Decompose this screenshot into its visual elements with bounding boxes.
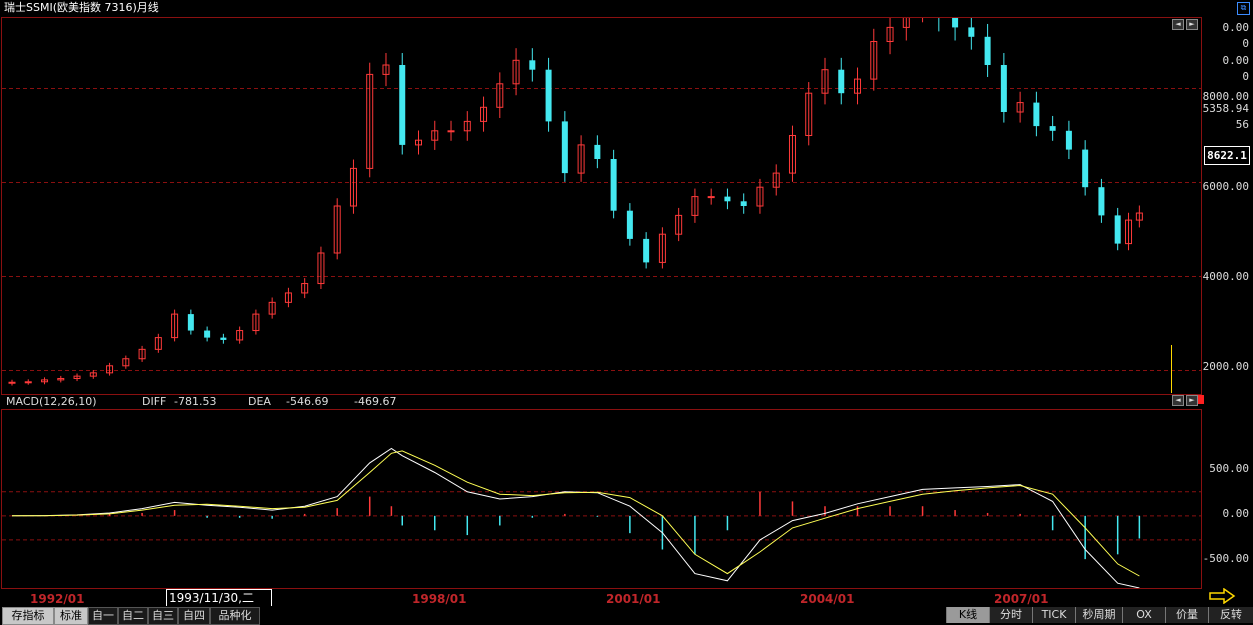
candle-down [1033, 102, 1040, 127]
tab-custom-1[interactable]: 自一 [88, 607, 118, 625]
tab-custom-2[interactable]: 自二 [118, 607, 148, 625]
candle-down [952, 18, 959, 28]
current-price-box: 8622.1 [1204, 146, 1250, 165]
dea-label: DEA [248, 395, 271, 408]
candle-up [24, 381, 32, 384]
tab-price-volume[interactable]: 价量 [1165, 607, 1208, 623]
scroll-right-icon[interactable]: ► [1186, 19, 1198, 30]
candle-down [1082, 149, 1089, 188]
candle-down [643, 238, 650, 263]
right-label-6: 56 [1235, 118, 1249, 131]
candle-down [1114, 215, 1121, 244]
right-label-5: 5358.94 [1202, 102, 1249, 115]
candlestick-chart [2, 18, 1201, 386]
macd-name: MACD(12,26,10) [6, 395, 97, 408]
macd-scroll-right-icon[interactable]: ► [1186, 395, 1198, 406]
y-tick-8000: 8000.00 [1202, 90, 1249, 103]
candle-down [204, 330, 211, 338]
candle-down [594, 144, 601, 159]
y-tick-2000: 2000.00 [1202, 360, 1249, 373]
candle-down [724, 196, 731, 202]
candle-down [545, 69, 552, 122]
tab-tick[interactable]: TICK [1032, 607, 1075, 623]
candle-up [8, 381, 16, 384]
candle-down [187, 314, 194, 331]
candle-down [740, 201, 747, 206]
candle-up [447, 130, 455, 133]
tab-minute[interactable]: 分时 [989, 607, 1032, 623]
macd-tick-500: 500.00 [1209, 462, 1249, 475]
tab-custom-4[interactable]: 自四 [178, 607, 210, 625]
tab-kline[interactable]: K线 [946, 607, 989, 623]
macd-value: -469.67 [354, 395, 397, 408]
tab-save-indicator[interactable]: 存指标 [2, 607, 54, 625]
candle-down [1098, 187, 1105, 216]
diff-value: -781.53 [174, 395, 217, 408]
tab-reverse[interactable]: 反转 [1208, 607, 1253, 623]
x-label-2007: 2007/01 [994, 592, 1049, 606]
tab-variety[interactable]: 品种化 [210, 607, 260, 625]
x-label-1998: 1998/01 [412, 592, 467, 606]
candle-down [626, 210, 633, 239]
macd-right-scale: 500.00 0.00 -500.00 [1201, 409, 1253, 587]
main-right-scale: 0.00 0 0.00 0 5358.94 56 8000.00 6000.00… [1201, 17, 1253, 393]
volume-marker-line [1171, 345, 1172, 393]
macd-red-marker [1198, 395, 1204, 404]
tab-standard[interactable]: 标准 [54, 607, 88, 625]
right-label-4: 0 [1242, 70, 1249, 83]
candle-down [1065, 130, 1072, 150]
tab-custom-3[interactable]: 自三 [148, 607, 178, 625]
macd-panel[interactable] [1, 409, 1202, 589]
candle-down [529, 60, 536, 70]
macd-chart [2, 447, 1201, 588]
y-tick-6000: 6000.00 [1202, 180, 1249, 193]
diff-line [11, 447, 1140, 588]
x-label-1992: 1992/01 [30, 592, 85, 606]
restore-window-icon[interactable]: ⧉ [1237, 2, 1250, 15]
tab-second-period[interactable]: 秒周期 [1075, 607, 1122, 623]
candle-down [1000, 65, 1007, 112]
candle-down [968, 27, 975, 37]
cursor-date-box: 1993/11/30,二 [166, 589, 272, 607]
window-title: 瑞士SSMI(欧美指数 7316)月线 [4, 1, 159, 14]
y-tick-4000: 4000.00 [1202, 270, 1249, 283]
macd-header: MACD(12,26,10) DIFF -781.53 DEA -546.69 … [6, 394, 606, 410]
macd-scroll-left-icon[interactable]: ◄ [1172, 395, 1184, 406]
dea-value: -546.69 [286, 395, 329, 408]
candle-down [399, 65, 406, 145]
next-arrow-icon[interactable] [1208, 588, 1236, 604]
dea-line [11, 450, 1140, 577]
right-label-2: 0 [1242, 37, 1249, 50]
candle-down [838, 69, 845, 94]
candle-up [707, 196, 715, 199]
candle-down [561, 121, 568, 174]
x-label-2001: 2001/01 [606, 592, 661, 606]
candle-down [610, 159, 617, 211]
candle-down [1049, 126, 1056, 131]
right-label-1: 0.00 [1222, 21, 1250, 34]
diff-label: DIFF [142, 395, 167, 408]
scroll-left-icon[interactable]: ◄ [1172, 19, 1184, 30]
x-label-2004: 2004/01 [800, 592, 855, 606]
candle-down [220, 337, 227, 340]
macd-tick-0: 0.00 [1222, 507, 1250, 520]
candle-down [984, 36, 991, 65]
tab-ox[interactable]: OX [1122, 607, 1165, 623]
macd-tick-neg500: -500.00 [1202, 552, 1249, 565]
candlestick-panel[interactable] [1, 17, 1202, 395]
right-label-3: 0.00 [1222, 54, 1250, 67]
